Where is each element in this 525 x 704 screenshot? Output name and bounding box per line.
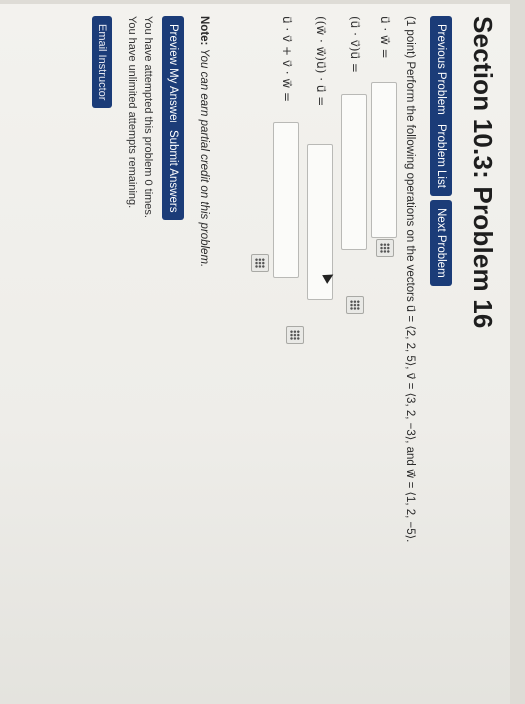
attempts-remaining: You have unlimited attempts remaining.	[126, 16, 138, 209]
answer-input-u-dot-v-plus-v-dot-w[interactable]	[273, 122, 299, 278]
problem-page: Section 10.3: Problem 16 Previous Proble…	[0, 4, 510, 704]
matrix-grid-icon[interactable]	[346, 296, 364, 314]
row-label-u-dot-w: u⃗ · w⃗ =	[378, 16, 392, 59]
page-title: Section 10.3: Problem 16	[468, 16, 498, 329]
preview-answers-button[interactable]: Preview My Answers	[162, 16, 184, 139]
answer-input-u-dot-w[interactable]	[371, 82, 397, 238]
previous-problem-button[interactable]: Previous Problem	[430, 16, 452, 123]
problem-statement: (1 point) Perform the following operatio…	[404, 16, 416, 543]
note-label: Note:	[198, 16, 210, 46]
email-instructor-button[interactable]: Email Instructor	[92, 16, 112, 109]
note-text: You can earn partial credit on this prob…	[198, 48, 210, 268]
matrix-grid-icon[interactable]	[286, 326, 304, 344]
matrix-grid-icon[interactable]	[251, 254, 269, 272]
row-label-w-dot-w-u-dot-u: ((w⃗ · w⃗)u⃗) · u⃗ =	[314, 16, 328, 107]
next-problem-button[interactable]: Next Problem	[430, 200, 452, 286]
problem-list-button[interactable]: Problem List	[430, 116, 452, 196]
submit-answers-button[interactable]: Submit Answers	[162, 122, 184, 221]
row-label-u-dot-v-u: (u⃗ · v⃗)u⃗ =	[348, 16, 362, 73]
answer-input-u-dot-v-u[interactable]	[341, 94, 367, 250]
matrix-grid-icon[interactable]	[376, 239, 394, 257]
row-label-u-dot-v-plus-v-dot-w: u⃗ · v⃗ + v⃗ · w⃗ =	[280, 16, 294, 103]
partial-credit-note: Note: You can earn partial credit on thi…	[198, 16, 210, 267]
attempts-status: You have attempted this problem 0 times.	[142, 16, 154, 218]
